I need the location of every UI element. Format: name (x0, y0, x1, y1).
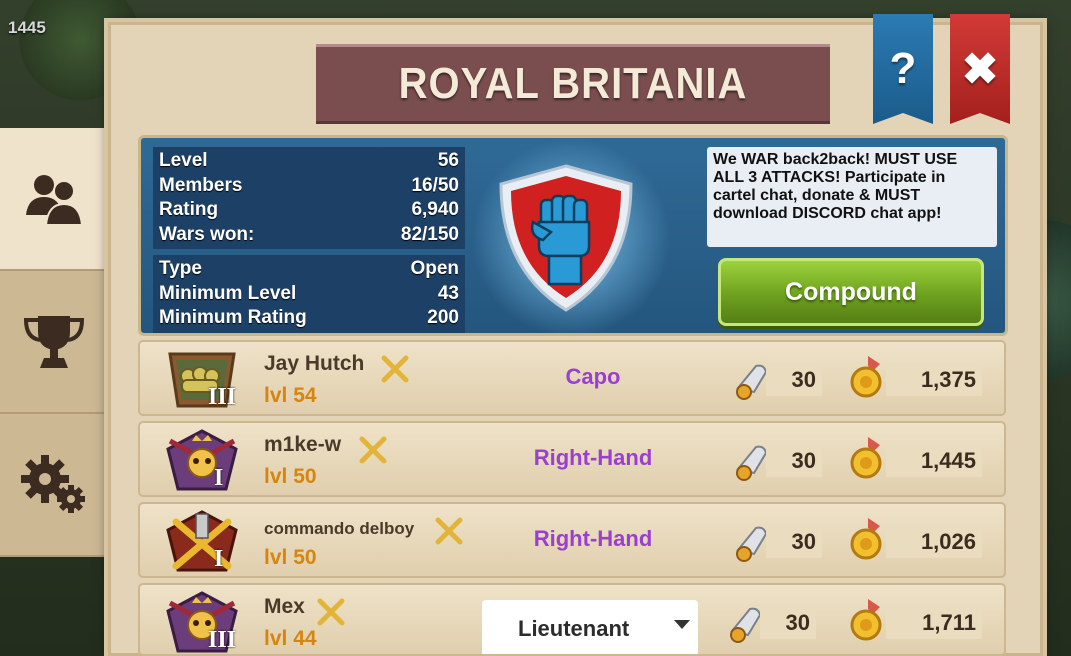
member-level: lvl 50 (264, 546, 317, 570)
attacks-count: 30 (760, 607, 816, 639)
gold-medal-icon (850, 437, 882, 479)
member-role: Right-Hand (533, 445, 653, 470)
level-value: 54 (293, 384, 317, 407)
stat-value: 200 (427, 307, 459, 328)
page-title: ROYAL BRITANIA (398, 59, 748, 108)
crossed-swords-icon (359, 436, 387, 464)
member-role: Right-Hand (533, 526, 653, 551)
close-button[interactable]: ✖ (950, 14, 1010, 124)
level-prefix: lvl (264, 465, 288, 488)
member-role: Capo (565, 364, 621, 389)
crossed-guns-rank-icon (166, 510, 238, 572)
stat-rating: Rating 6,940 (159, 198, 459, 223)
level-prefix: lvl (264, 627, 288, 650)
stat-value: 6,940 (411, 199, 459, 220)
member-level: lvl 54 (264, 384, 317, 408)
stats-group-primary: Level 56 Members 16/50 Rating 6,940 Wars… (153, 147, 465, 249)
attacks-count: 30 (766, 364, 822, 396)
stat-level: Level 56 (159, 149, 459, 174)
member-row[interactable]: I commando delboy lvl 50 Right-Hand 30 1… (138, 502, 1006, 578)
stat-label: Type (159, 258, 202, 279)
stat-label: Minimum Level (159, 282, 297, 304)
attacks-count: 30 (766, 526, 822, 558)
rank-numeral: III (208, 384, 237, 410)
tab-settings[interactable] (0, 414, 108, 557)
donation-count: 1,445 (886, 445, 982, 477)
attacks-count: 30 (766, 445, 822, 477)
stat-minimum-rating: Minimum Rating 200 (159, 306, 459, 331)
stat-minimum-level: Minimum Level 43 (159, 282, 459, 307)
settings-icon (21, 454, 85, 513)
member-name: m1ke-w (264, 433, 342, 456)
level-prefix: lvl (264, 384, 288, 407)
stat-label: Minimum Rating (159, 307, 307, 328)
compound-button[interactable]: Compound (718, 258, 984, 326)
help-button[interactable]: ? (873, 14, 933, 124)
chevron-down-icon (674, 620, 690, 629)
member-row[interactable]: I m1ke-w lvl 50 Right-Hand 30 1,445 (138, 421, 1006, 497)
corner-counter: 1445 (8, 18, 46, 37)
cartel-emblem (491, 160, 641, 320)
rank-numeral: III (208, 627, 237, 653)
crossed-swords-icon (317, 598, 345, 626)
raised-fist-icon (499, 164, 633, 312)
level-prefix: lvl (264, 546, 288, 569)
cartel-info: Level 56 Members 16/50 Rating 6,940 Wars… (138, 135, 1008, 339)
stat-value: 56 (437, 150, 459, 171)
tab-trophies[interactable] (0, 271, 108, 414)
sidebar (0, 128, 108, 558)
member-row[interactable]: III Jay Hutch lvl 54 Capo 30 1,375 (138, 340, 1006, 416)
title-banner: ROYAL BRITANIA (316, 44, 830, 124)
crossed-swords-icon (435, 517, 463, 545)
cartel-stats: Level 56 Members 16/50 Rating 6,940 Wars… (153, 147, 465, 339)
stat-value: 43 (437, 282, 459, 304)
stat-label: Wars won: (159, 223, 255, 245)
member-name: commando delboy (264, 519, 415, 538)
role-dropdown-value: Lieutenant (518, 616, 630, 641)
member-row[interactable]: III Mex lvl 44 Lieutenant 30 1,711 (138, 583, 1006, 656)
stat-label: Rating (159, 199, 219, 220)
stat-value: 82/150 (400, 223, 459, 245)
level-value: 50 (293, 465, 317, 488)
tab-members[interactable] (0, 128, 108, 271)
gold-medal-icon (850, 599, 882, 641)
stat-label: Members (159, 174, 243, 196)
member-name: Jay Hutch (264, 352, 365, 375)
stat-value: Open (410, 258, 459, 279)
gold-medal-icon (850, 356, 882, 398)
member-name: Mex (264, 595, 305, 618)
stat-value: 16/50 (411, 174, 459, 196)
donation-count: 1,711 (886, 607, 982, 639)
rank-numeral: I (214, 546, 224, 572)
stat-type: Type Open (159, 257, 459, 282)
level-value: 44 (293, 627, 317, 650)
stat-members: Members 16/50 (159, 174, 459, 199)
role-dropdown[interactable]: Lieutenant (482, 600, 698, 654)
donation-count: 1,375 (886, 364, 982, 396)
member-level: lvl 44 (264, 627, 317, 651)
donation-count: 1,026 (886, 526, 982, 558)
member-level: lvl 50 (264, 465, 317, 489)
stat-label: Level (159, 150, 208, 171)
trophy-icon (23, 315, 85, 368)
rank-numeral: I (214, 465, 224, 491)
members-icon (26, 174, 84, 226)
stat-wars-won: Wars won: 82/150 (159, 223, 459, 248)
crossed-swords-icon (381, 355, 409, 383)
level-value: 50 (293, 546, 317, 569)
stats-group-requirements: Type Open Minimum Level 43 Minimum Ratin… (153, 255, 465, 333)
skull-rank-icon (166, 429, 238, 491)
gold-medal-icon (850, 518, 882, 560)
cartel-message: We WAR back2back! MUST USE ALL 3 ATTACKS… (707, 147, 997, 247)
